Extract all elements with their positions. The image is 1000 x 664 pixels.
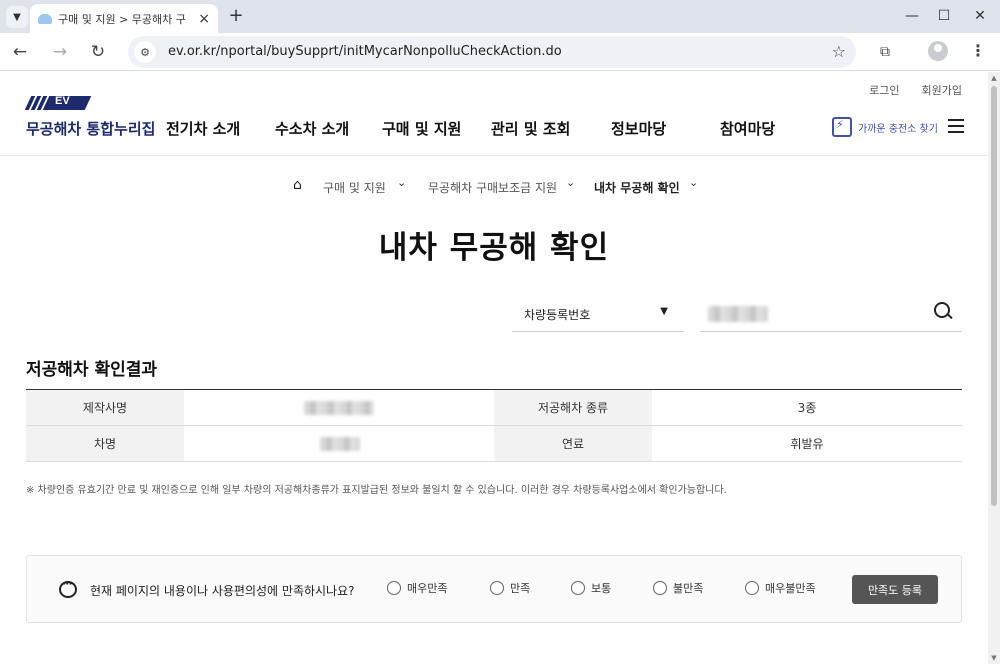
table-row: 제작사명 저공해차 종류 3종	[26, 389, 962, 426]
close-window-button[interactable]: ✕	[968, 7, 992, 25]
page-scrollbar[interactable]: ▲ ▼	[988, 72, 1000, 664]
header-divider	[0, 155, 988, 156]
search-icon[interactable]	[934, 302, 952, 320]
radio-circle-icon	[490, 581, 504, 595]
back-button[interactable]: ←	[8, 40, 32, 64]
util-links: 로그인 회원가입	[869, 82, 962, 98]
breadcrumb-item-subsidy[interactable]: 무공해차 구매보조금 지원	[428, 179, 557, 196]
page-content: 로그인 회원가입 EV 무공해차 통합누리집 전기차 소개 수소차 소개 구매 …	[0, 72, 988, 664]
satisfaction-survey: 현재 페이지의 내용이나 사용편의성에 만족하시나요? 매우만족 만족 보통 불…	[26, 555, 962, 623]
fuel-value: 휘발유	[652, 425, 962, 462]
tab-search-button[interactable]: ▼	[6, 6, 28, 28]
radio-label: 만족	[510, 582, 531, 595]
tune-icon[interactable]: ⚙	[134, 41, 156, 63]
chevron-down-icon: ▼	[13, 11, 21, 23]
nav-item-hydrogen[interactable]: 수소차 소개	[275, 118, 349, 139]
search-type-select[interactable]: 차량등록번호 ▼	[512, 300, 684, 332]
chat-bubble-icon	[59, 577, 77, 598]
breadcrumb: ⌂ 구매 및 지원 ⌄ 무공해차 구매보조금 지원 ⌄ 내차 무공해 확인 ⌄	[0, 176, 988, 197]
car-name-value	[184, 425, 494, 462]
result-section-title: 저공해차 확인결과	[26, 360, 158, 380]
redacted-manufacturer	[304, 401, 374, 415]
table-row: 차명 연료 휘발유	[26, 425, 962, 462]
home-icon[interactable]: ⌂	[293, 177, 302, 193]
breadcrumb-item-purchase[interactable]: 구매 및 지원	[323, 179, 386, 196]
radio-neutral[interactable]: 보통	[571, 580, 611, 596]
address-toolbar: ← → ↻ ⚙ ev.or.kr/nportal/buySupprt/initM…	[0, 33, 1000, 71]
dropdown-arrow-icon: ▼	[660, 306, 668, 317]
maximize-button[interactable]: ☐	[932, 7, 956, 25]
minimize-button[interactable]: —	[900, 7, 924, 25]
radio-circle-icon	[653, 581, 667, 595]
nav-item-purchase[interactable]: 구매 및 지원	[382, 118, 461, 139]
chevron-down-icon[interactable]: ⌄	[566, 176, 575, 189]
search-type-label: 차량등록번호	[524, 308, 591, 322]
redacted-car-name	[320, 437, 360, 451]
url-text[interactable]: ev.or.kr/nportal/buySupprt/initMycarNonp…	[168, 44, 562, 59]
low-emission-type-label: 저공해차 종류	[494, 389, 652, 426]
ev-logo-mark: EV	[24, 95, 92, 110]
survey-question: 현재 페이지의 내용이나 사용편의성에 만족하시나요?	[90, 584, 355, 598]
charger-finder-link[interactable]: 가까운 충전소 찾기	[832, 117, 938, 137]
radio-very-satisfied[interactable]: 매우만족	[387, 580, 447, 596]
scroll-thumb[interactable]	[991, 86, 997, 506]
breadcrumb-item-current[interactable]: 내차 무공해 확인	[594, 179, 680, 196]
manufacturer-label: 제작사명	[26, 389, 184, 426]
nav-item-info[interactable]: 정보마당	[611, 118, 666, 139]
radio-label: 매우불만족	[765, 582, 816, 595]
puzzle-icon[interactable]: ⧉	[874, 41, 896, 63]
reload-button[interactable]: ↻	[86, 40, 110, 64]
radio-circle-icon	[745, 581, 759, 595]
radio-very-dissatisfied[interactable]: 매우불만족	[745, 580, 816, 596]
hamburger-menu-icon[interactable]	[948, 119, 964, 133]
browser-tab[interactable]: 구매 및 지원 > 무공해차 구 ×	[30, 4, 218, 33]
scroll-down-icon[interactable]: ▼	[990, 654, 998, 662]
vehicle-number-input[interactable]	[700, 300, 962, 332]
result-table: 제작사명 저공해차 종류 3종 차명 연료 휘발유	[26, 389, 962, 462]
tab-title: 구매 및 지원 > 무공해차 구	[58, 12, 186, 26]
site-logo[interactable]: EV 무공해차 통합누리집	[24, 95, 156, 139]
avatar-icon[interactable]	[928, 41, 948, 61]
chevron-down-icon[interactable]: ⌄	[689, 176, 698, 189]
charging-station-icon	[832, 117, 852, 137]
nav-item-participate[interactable]: 참여마당	[720, 118, 775, 139]
radio-label: 불만족	[673, 582, 704, 595]
chevron-down-icon[interactable]: ⌄	[397, 176, 406, 189]
radio-satisfied[interactable]: 만족	[490, 580, 530, 596]
notice-text: ※ 차량인증 유효기간 만료 및 재인증으로 인해 일부 차량의 저공해차종류가…	[26, 485, 727, 496]
login-link[interactable]: 로그인	[869, 82, 899, 98]
radio-label: 매우만족	[407, 582, 448, 595]
browser-tab-bar: ▼ 구매 및 지원 > 무공해차 구 × + — ☐ ✕	[0, 0, 1000, 33]
radio-label: 보통	[591, 582, 612, 595]
forward-button[interactable]: →	[48, 40, 72, 64]
signup-link[interactable]: 회원가입	[922, 82, 962, 98]
star-icon[interactable]: ☆	[832, 42, 846, 61]
low-emission-type-value: 3종	[652, 389, 962, 426]
radio-dissatisfied[interactable]: 불만족	[653, 580, 703, 596]
radio-circle-icon	[571, 581, 585, 595]
page-title: 내차 무공해 확인	[378, 230, 610, 266]
omnibox[interactable]: ⚙ ev.or.kr/nportal/buySupprt/initMycarNo…	[128, 36, 856, 68]
submit-survey-button[interactable]: 만족도 등록	[852, 575, 938, 604]
favicon-icon	[38, 13, 52, 24]
new-tab-button[interactable]: +	[226, 6, 246, 26]
scroll-up-icon[interactable]: ▲	[990, 74, 998, 82]
logo-badge: EV	[55, 95, 70, 107]
manufacturer-value	[184, 389, 494, 426]
nav-item-manage[interactable]: 관리 및 조회	[491, 118, 570, 139]
fuel-label: 연료	[494, 425, 652, 462]
kebab-menu-icon[interactable]: ⋮	[970, 41, 986, 63]
charger-finder-label: 가까운 충전소 찾기	[858, 123, 938, 135]
car-name-label: 차명	[26, 425, 184, 462]
logo-text: 무공해차 통합누리집	[26, 120, 156, 138]
redacted-input-value	[708, 306, 768, 322]
nav-item-ev[interactable]: 전기차 소개	[166, 118, 240, 139]
close-tab-icon[interactable]: ×	[198, 12, 210, 26]
radio-circle-icon	[387, 581, 401, 595]
